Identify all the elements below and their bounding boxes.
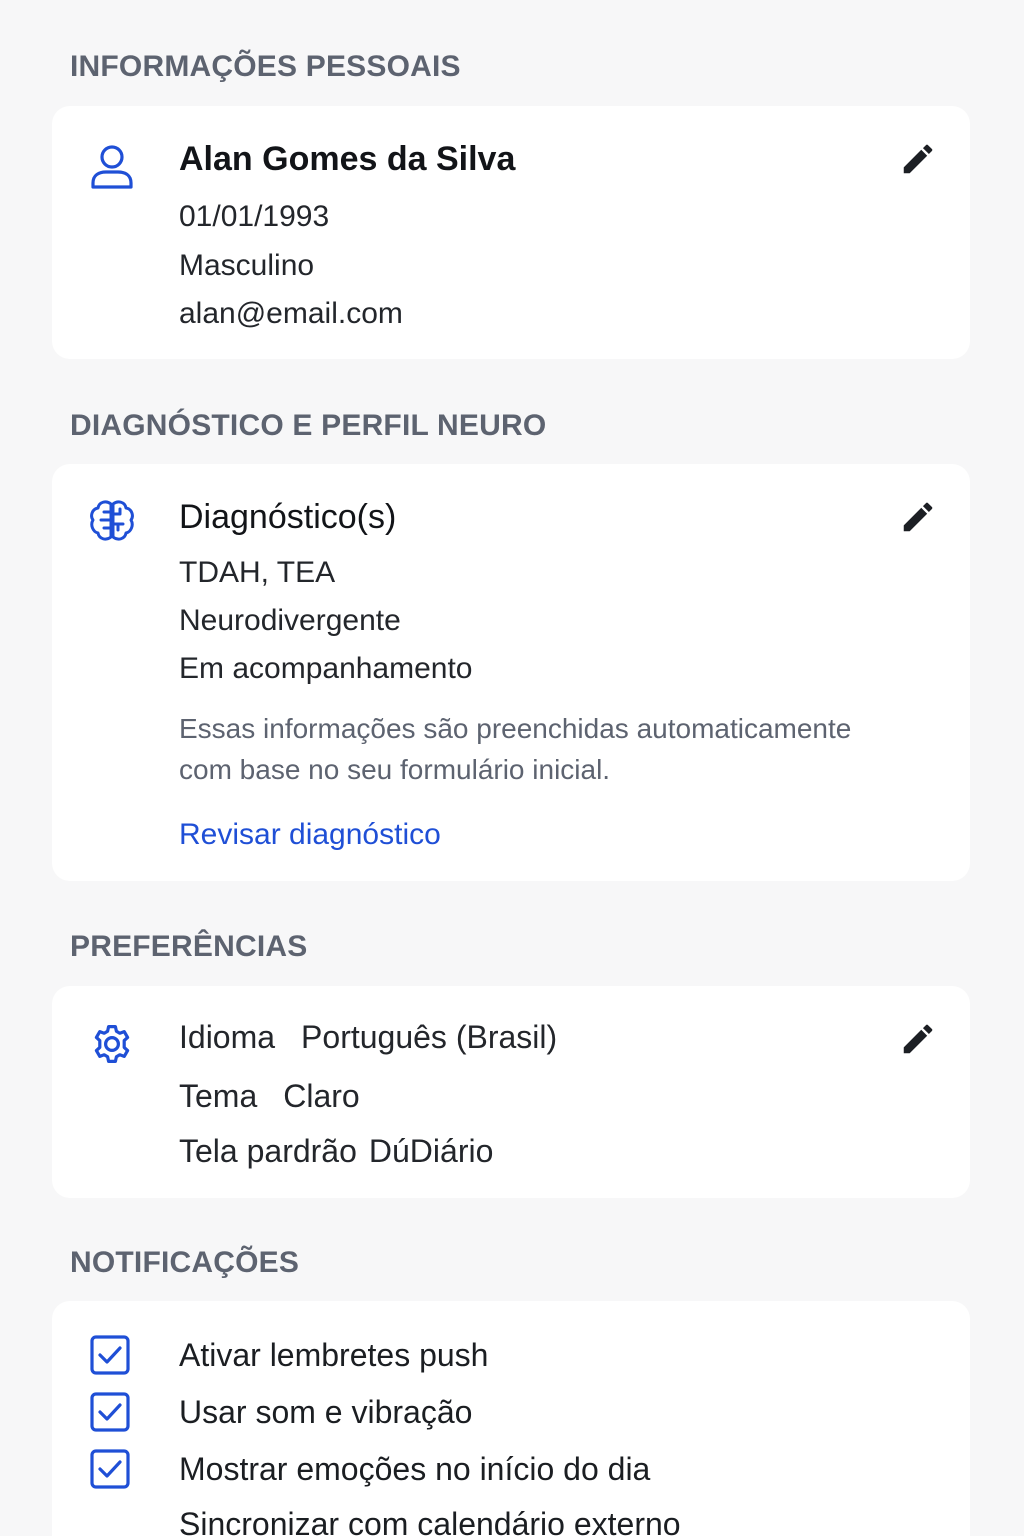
notifications-card: Ativar lembretes push Usar som e vibraçã…: [52, 1301, 970, 1536]
diagnosis-list: TDAH, TEA: [179, 556, 336, 589]
language-row[interactable]: Idioma Português (Brasil): [179, 1019, 557, 1056]
theme-label: Tema: [179, 1078, 258, 1114]
checkbox-checked-icon[interactable]: [90, 1449, 130, 1489]
theme-row[interactable]: Tema Claro: [179, 1078, 360, 1115]
language-label: Idioma: [179, 1019, 276, 1055]
email: alan@email.com: [179, 297, 403, 330]
brain-icon: [88, 496, 136, 544]
section-title-preferences: PREFERÊNCIAS: [70, 930, 308, 963]
user-name: Alan Gomes da Silva: [179, 140, 516, 178]
personal-info-card: Alan Gomes da Silva 01/01/1993 Masculino…: [52, 106, 970, 359]
notification-label: Sincronizar com calendário externo: [179, 1506, 681, 1536]
notification-label: Mostrar emoções no início do dia: [179, 1451, 651, 1487]
checkbox-checked-icon[interactable]: [90, 1392, 130, 1432]
section-title-notifications: NOTIFICAÇÕES: [70, 1246, 300, 1279]
neuro-profile: Neurodivergente: [179, 604, 401, 637]
birth-date: 01/01/1993: [179, 200, 330, 233]
diagnosis-note-line1: Essas informações são preenchidas automa…: [179, 713, 852, 744]
user-icon: [88, 142, 136, 190]
gender: Masculino: [179, 249, 315, 282]
diagnosis-title: Diagnóstico(s): [179, 498, 397, 536]
section-title-personal: INFORMAÇÕES PESSOAIS: [70, 50, 461, 83]
gear-icon: [88, 1020, 136, 1068]
pencil-icon: [903, 1024, 933, 1054]
pencil-icon: [903, 502, 933, 532]
edit-personal-button[interactable]: [896, 137, 940, 181]
diagnosis-card: Diagnóstico(s) TDAH, TEA Neurodivergente…: [52, 464, 970, 881]
preferences-card: Idioma Português (Brasil) Tema Claro Tela …: [52, 986, 970, 1198]
checkbox-checked-icon[interactable]: [90, 1335, 130, 1375]
pencil-icon: [903, 144, 933, 174]
theme-value: Claro: [283, 1078, 360, 1114]
notification-label: Usar som e vibração: [179, 1394, 473, 1430]
section-title-diagnosis: DIAGNÓSTICO E PERFIL NEURO: [70, 409, 547, 442]
default-screen-value: DúDiário: [368, 1133, 494, 1169]
language-value: Português (Brasil): [301, 1019, 558, 1055]
default-screen-label: Tela pardrão: [179, 1133, 357, 1169]
edit-preferences-button[interactable]: [896, 1017, 940, 1061]
default-screen-row[interactable]: Tela pardrão DúDiário: [179, 1133, 493, 1170]
edit-diagnosis-button[interactable]: [896, 495, 940, 539]
profile-page: INFORMAÇÕES PESSOAIS Alan Gomes da Silva…: [0, 0, 1024, 1536]
review-diagnosis-link[interactable]: Revisar diagnóstico: [179, 818, 441, 852]
diagnosis-note-line2: com base no seu formulário inicial.: [179, 754, 611, 785]
notification-label: Ativar lembretes push: [179, 1337, 489, 1373]
follow-up-status: Em acompanhamento: [179, 652, 473, 685]
